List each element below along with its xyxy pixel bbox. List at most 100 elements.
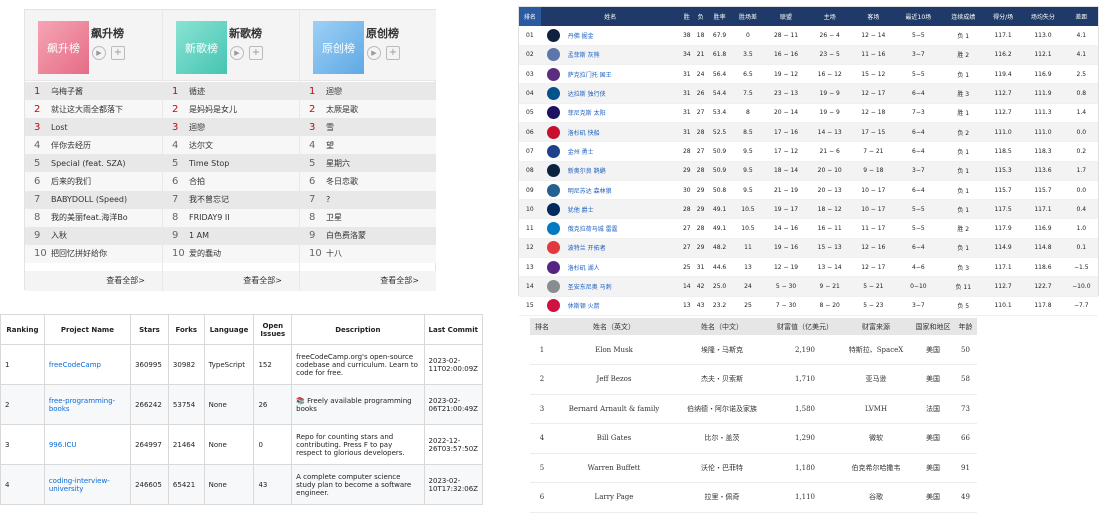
team-name[interactable]: 犹他 爵士 — [568, 205, 594, 214]
song-title[interactable]: 我的美丽feat.海洋Bo — [51, 212, 128, 223]
team-name[interactable]: 金州 勇士 — [568, 147, 594, 156]
song-item[interactable]: 8 卫星 — [300, 208, 436, 227]
song-title[interactable]: 乌梅子酱 — [51, 86, 83, 97]
add-to-playlist-icon[interactable]: + — [386, 46, 400, 60]
column-header[interactable]: 胜场差 — [731, 7, 765, 26]
project-link[interactable]: free-programming-books — [49, 397, 115, 413]
team-link[interactable]: 丹佛 掘金 — [541, 28, 680, 42]
see-all-link[interactable]: 查看全部> — [25, 271, 162, 291]
team-link[interactable]: 明尼苏达 森林狼 — [541, 183, 680, 197]
column-header[interactable]: 胜率 — [707, 7, 732, 26]
song-item[interactable]: 3 Lost — [25, 118, 162, 137]
team-link[interactable]: 洛杉矶 湖人 — [541, 260, 680, 274]
column-header[interactable]: 主场 — [807, 7, 852, 26]
column-header[interactable]: 差距 — [1064, 7, 1098, 26]
song-title[interactable]: 星期六 — [326, 158, 350, 169]
team-name[interactable]: 明尼苏达 森林狼 — [568, 186, 612, 195]
column-header[interactable]: 最近10场 — [895, 7, 942, 26]
team-name[interactable]: 休斯顿 火箭 — [568, 301, 600, 310]
team-link[interactable]: 菲尼克斯 太阳 — [541, 106, 680, 120]
song-item[interactable]: 2 就让这大雨全都落下 — [25, 100, 162, 119]
song-item[interactable]: 7 BABYDOLL (Speed) — [25, 190, 162, 209]
song-title[interactable]: 是妈妈是女儿 — [189, 104, 237, 115]
song-title[interactable]: Time Stop — [189, 159, 229, 168]
song-item[interactable]: 10 把回忆拼好给你 — [25, 244, 162, 263]
add-to-playlist-icon[interactable]: + — [111, 46, 125, 60]
team-name[interactable]: 丹佛 掘金 — [568, 31, 594, 40]
song-item[interactable]: 10 十八 — [300, 244, 436, 263]
song-title[interactable]: Special (feat. SZA) — [51, 159, 126, 168]
song-item[interactable]: 4望 — [300, 136, 436, 155]
song-title[interactable]: 太厥是歌 — [326, 104, 358, 115]
song-title[interactable]: 迴戀 — [189, 122, 205, 133]
team-name[interactable]: 孟菲斯 灰熊 — [568, 50, 600, 59]
team-name[interactable]: 新奥尔良 鹈鹕 — [568, 166, 606, 175]
song-item[interactable]: 2 是妈妈是女儿 — [163, 100, 299, 119]
song-title[interactable]: 达尔文 — [189, 140, 213, 151]
song-title[interactable]: 入秋 — [51, 230, 67, 241]
column-header[interactable]: 胜 — [679, 7, 694, 26]
column-header[interactable]: 场均失分 — [1021, 7, 1065, 26]
chart-cover[interactable]: 原创榜 — [313, 21, 364, 74]
song-item[interactable]: 8 我的美丽feat.海洋Bo — [25, 208, 162, 227]
add-to-playlist-icon[interactable]: + — [249, 46, 263, 60]
column-header[interactable]: 联盟 — [764, 7, 808, 26]
song-title[interactable]: 白色费洛蒙 — [326, 230, 366, 241]
song-item[interactable]: 4 伴你去经历 — [25, 136, 162, 155]
song-item[interactable]: 5 Special (feat. SZA) — [25, 154, 162, 173]
song-item[interactable]: 1 乌梅子酱 — [25, 82, 162, 101]
chart-cover[interactable]: 新歌榜 — [176, 21, 227, 74]
project-link[interactable]: coding-interview-university — [49, 477, 110, 493]
song-item[interactable]: 5 星期六 — [300, 154, 436, 173]
song-title[interactable]: ? — [326, 195, 330, 204]
song-item[interactable]: 7 我不曾忘记 — [163, 190, 299, 209]
song-title[interactable]: 循迹 — [189, 86, 205, 97]
column-header[interactable]: 负 — [693, 7, 708, 26]
song-title[interactable]: 爱的蠢动 — [189, 248, 221, 259]
team-link[interactable]: 洛杉矶 快船 — [541, 125, 680, 139]
song-item[interactable]: 4 达尔文 — [163, 136, 299, 155]
team-name[interactable]: 俄克拉荷马城 雷霆 — [568, 224, 618, 233]
team-link[interactable]: 孟菲斯 灰熊 — [541, 48, 680, 62]
play-icon[interactable]: ▶ — [230, 46, 244, 60]
team-name[interactable]: 萨克拉门托 国王 — [568, 70, 612, 79]
song-title[interactable]: 望 — [326, 140, 334, 151]
team-name[interactable]: 波特兰 开拓者 — [568, 243, 606, 252]
song-title[interactable]: 伴你去经历 — [51, 140, 91, 151]
chart-cover[interactable]: 飙升榜 — [38, 21, 89, 74]
song-item[interactable]: 2 太厥是歌 — [300, 100, 436, 119]
song-title[interactable]: 冬日恋歌 — [326, 176, 358, 187]
project-link[interactable]: freeCodeCamp — [49, 361, 101, 369]
song-title[interactable]: 我不曾忘记 — [189, 194, 229, 205]
song-item[interactable]: 6 冬日恋歌 — [300, 172, 436, 191]
see-all-link[interactable]: 查看全部> — [300, 271, 436, 291]
column-header[interactable]: 排名 — [519, 7, 541, 26]
song-title[interactable]: 后来的我们 — [51, 176, 91, 187]
song-title[interactable]: 合拍 — [189, 176, 205, 187]
team-name[interactable]: 圣安东尼奥 马刺 — [568, 282, 612, 291]
team-name[interactable]: 菲尼克斯 太阳 — [568, 108, 606, 117]
team-link[interactable]: 犹他 爵士 — [541, 202, 680, 216]
column-header[interactable]: 连续成绩 — [941, 7, 985, 26]
song-item[interactable]: 6 后来的我们 — [25, 172, 162, 191]
song-title[interactable]: 卫星 — [326, 212, 342, 223]
song-title[interactable]: 就让这大雨全都落下 — [51, 104, 123, 115]
see-all-link[interactable]: 查看全部> — [163, 271, 299, 291]
team-name[interactable]: 洛杉矶 湖人 — [568, 263, 600, 272]
song-item[interactable]: 6 合拍 — [163, 172, 299, 191]
song-title[interactable]: 十八 — [326, 248, 342, 259]
team-name[interactable]: 达拉斯 独行侠 — [568, 89, 606, 98]
song-item[interactable]: 1 迴戀 — [300, 82, 436, 101]
team-link[interactable]: 达拉斯 独行侠 — [541, 87, 680, 101]
team-name[interactable]: 洛杉矶 快船 — [568, 128, 600, 137]
chart-title[interactable]: 新歌榜 — [229, 25, 262, 41]
project-link[interactable]: 996.ICU — [49, 441, 77, 449]
play-icon[interactable]: ▶ — [367, 46, 381, 60]
song-title[interactable]: 雪 — [326, 122, 334, 133]
team-link[interactable]: 波特兰 开拓者 — [541, 241, 680, 255]
song-title[interactable]: 迴戀 — [326, 86, 342, 97]
column-header[interactable]: 得分/场 — [984, 7, 1022, 26]
column-header[interactable]: 客场 — [851, 7, 896, 26]
song-title[interactable]: BABYDOLL (Speed) — [51, 195, 127, 204]
song-item[interactable]: 1 循迹 — [163, 82, 299, 101]
